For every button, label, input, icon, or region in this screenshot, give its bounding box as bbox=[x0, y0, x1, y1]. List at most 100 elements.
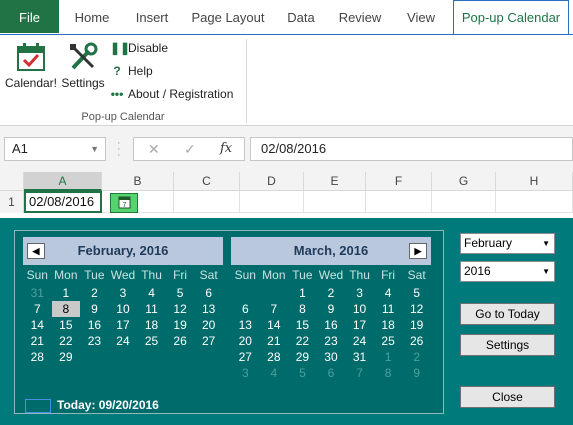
day-cell[interactable]: 27 bbox=[231, 349, 260, 365]
day-cell[interactable]: 29 bbox=[288, 349, 317, 365]
day-cell[interactable]: 25 bbox=[137, 333, 166, 349]
row-header-1[interactable]: 1 bbox=[0, 191, 24, 213]
cell-e1[interactable] bbox=[304, 191, 366, 213]
day-cell[interactable]: 3 bbox=[109, 285, 138, 301]
tab-popup-calendar[interactable]: Pop-up Calendar bbox=[453, 0, 569, 34]
day-cell[interactable]: 3 bbox=[231, 365, 260, 381]
day-cell[interactable]: 9 bbox=[317, 301, 346, 317]
day-cell[interactable]: 3 bbox=[345, 285, 374, 301]
day-cell[interactable]: 31 bbox=[345, 349, 374, 365]
settings-button[interactable]: Settings bbox=[460, 334, 555, 356]
disable-button[interactable]: ❚❚Disable bbox=[110, 39, 168, 57]
day-cell[interactable]: 5 bbox=[166, 285, 195, 301]
day-cell[interactable]: 31 bbox=[23, 285, 52, 301]
day-cell[interactable]: 19 bbox=[166, 317, 195, 333]
day-cell[interactable]: 5 bbox=[288, 365, 317, 381]
cell-d1[interactable] bbox=[240, 191, 304, 213]
day-cell[interactable]: 24 bbox=[109, 333, 138, 349]
column-header-d[interactable]: D bbox=[240, 172, 304, 191]
day-cell[interactable]: 1 bbox=[374, 349, 403, 365]
tab-view[interactable]: View bbox=[396, 0, 446, 33]
tab-page-layout[interactable]: Page Layout bbox=[186, 0, 270, 33]
day-cell[interactable]: 16 bbox=[317, 317, 346, 333]
day-cell[interactable]: 1 bbox=[52, 285, 81, 301]
day-cell[interactable]: 15 bbox=[288, 317, 317, 333]
about-button[interactable]: ••• About / Registration bbox=[110, 85, 234, 103]
day-cell[interactable]: 29 bbox=[52, 349, 81, 365]
next-month-button[interactable]: ▶ bbox=[409, 243, 427, 259]
cell-f1[interactable] bbox=[366, 191, 432, 213]
day-cell[interactable]: 24 bbox=[345, 333, 374, 349]
day-cell[interactable]: 6 bbox=[194, 285, 223, 301]
day-cell[interactable]: 8 bbox=[288, 301, 317, 317]
day-cell[interactable]: 28 bbox=[23, 349, 52, 365]
select-all-corner[interactable] bbox=[0, 172, 24, 191]
year-select[interactable]: 2016 ▼ bbox=[460, 261, 555, 282]
day-cell[interactable]: 12 bbox=[402, 301, 431, 317]
insert-function-button[interactable]: fx bbox=[220, 138, 232, 160]
today-link[interactable]: Today: 09/20/2016 bbox=[25, 397, 159, 413]
cell-h1[interactable] bbox=[496, 191, 573, 213]
day-cell[interactable]: 2 bbox=[317, 285, 346, 301]
day-cell[interactable]: 10 bbox=[345, 301, 374, 317]
cell-c1[interactable] bbox=[174, 191, 240, 213]
day-cell[interactable]: 13 bbox=[194, 301, 223, 317]
day-cell[interactable]: 4 bbox=[137, 285, 166, 301]
day-cell[interactable]: 21 bbox=[260, 333, 289, 349]
column-header-c[interactable]: C bbox=[174, 172, 240, 191]
calendar-button[interactable]: Calendar! bbox=[4, 39, 58, 90]
day-cell[interactable]: 15 bbox=[52, 317, 81, 333]
day-cell[interactable]: 26 bbox=[166, 333, 195, 349]
day-cell[interactable]: 26 bbox=[402, 333, 431, 349]
go-to-today-button[interactable]: Go to Today bbox=[460, 303, 555, 325]
day-cell[interactable]: 10 bbox=[109, 301, 138, 317]
tab-home[interactable]: Home bbox=[64, 0, 120, 33]
tab-insert[interactable]: Insert bbox=[124, 0, 180, 33]
close-button[interactable]: Close bbox=[460, 386, 555, 408]
day-cell[interactable]: 7 bbox=[345, 365, 374, 381]
day-cell[interactable]: 14 bbox=[23, 317, 52, 333]
day-cell[interactable]: 20 bbox=[231, 333, 260, 349]
day-cell[interactable]: 18 bbox=[137, 317, 166, 333]
name-box[interactable]: A1 ▼ bbox=[4, 137, 106, 161]
cancel-icon[interactable]: ✕ bbox=[148, 138, 160, 160]
day-cell[interactable]: 4 bbox=[260, 365, 289, 381]
day-cell[interactable]: 9 bbox=[80, 301, 109, 317]
day-cell[interactable]: 23 bbox=[317, 333, 346, 349]
column-header-b[interactable]: B bbox=[102, 172, 174, 191]
day-cell[interactable]: 18 bbox=[374, 317, 403, 333]
day-cell[interactable]: 6 bbox=[317, 365, 346, 381]
month-select[interactable]: February ▼ bbox=[460, 233, 555, 254]
column-header-e[interactable]: E bbox=[304, 172, 366, 191]
day-cell[interactable]: 17 bbox=[345, 317, 374, 333]
day-cell[interactable]: 1 bbox=[288, 285, 317, 301]
tab-file[interactable]: File bbox=[0, 0, 59, 33]
day-cell[interactable]: 12 bbox=[166, 301, 195, 317]
day-cell[interactable]: 9 bbox=[402, 365, 431, 381]
day-cell[interactable]: 30 bbox=[317, 349, 346, 365]
settings-ribbon-button[interactable]: Settings bbox=[60, 39, 106, 90]
day-cell[interactable]: 14 bbox=[260, 317, 289, 333]
tab-review[interactable]: Review bbox=[330, 0, 390, 33]
prev-month-button[interactable]: ◀ bbox=[27, 243, 45, 259]
day-cell[interactable]: 16 bbox=[80, 317, 109, 333]
day-cell[interactable]: 4 bbox=[374, 285, 403, 301]
day-cell[interactable]: 5 bbox=[402, 285, 431, 301]
column-header-a[interactable]: A bbox=[24, 172, 102, 191]
day-cell[interactable]: 23 bbox=[80, 333, 109, 349]
day-cell[interactable]: 20 bbox=[194, 317, 223, 333]
column-header-h[interactable]: H bbox=[496, 172, 573, 191]
day-cell[interactable]: 6 bbox=[231, 301, 260, 317]
column-header-g[interactable]: G bbox=[432, 172, 496, 191]
help-button[interactable]: ? Help bbox=[110, 62, 152, 80]
day-cell[interactable]: 8 bbox=[374, 365, 403, 381]
day-cell[interactable]: 11 bbox=[137, 301, 166, 317]
day-cell[interactable]: 22 bbox=[52, 333, 81, 349]
day-cell[interactable]: 19 bbox=[402, 317, 431, 333]
day-cell[interactable]: 7 bbox=[260, 301, 289, 317]
day-cell[interactable]: 13 bbox=[231, 317, 260, 333]
day-cell[interactable]: 2 bbox=[402, 349, 431, 365]
day-cell[interactable]: 25 bbox=[374, 333, 403, 349]
cell-g1[interactable] bbox=[432, 191, 496, 213]
day-cell[interactable]: 28 bbox=[260, 349, 289, 365]
